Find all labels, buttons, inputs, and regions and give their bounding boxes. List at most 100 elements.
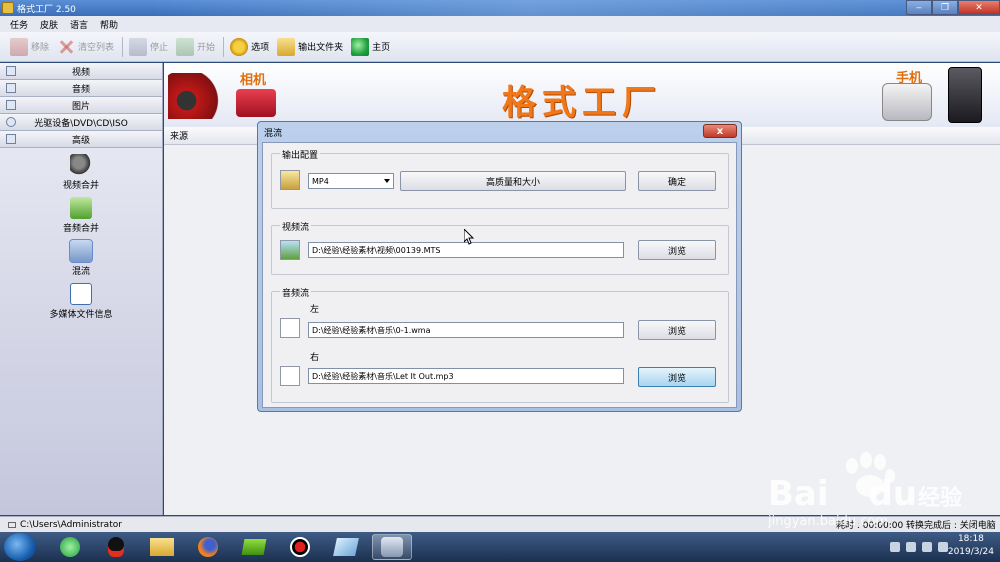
tool-label: 视频合并 (62, 181, 99, 191)
banner: 相机 格式工厂 手机 (164, 63, 1000, 127)
format-icon (280, 170, 300, 190)
taskbar-app[interactable] (326, 534, 366, 560)
close-window-button[interactable]: ✕ (958, 0, 1000, 15)
remove-label: 移除 (31, 43, 50, 53)
browse-right-audio-button[interactable]: 浏览 (638, 367, 716, 387)
browse-label: 浏览 (667, 246, 686, 257)
sidebar-item-disc[interactable]: 光驱设备\DVD\CD\ISO (0, 114, 162, 131)
home-label: 主页 (372, 43, 391, 53)
maximize-button[interactable]: ❐ (932, 0, 958, 15)
video-stream-group: 视频流 D:\经验\经验素材\视频\00139.MTS 浏览 (271, 220, 729, 275)
dialog-close-button[interactable]: x (703, 124, 737, 138)
stop-button[interactable]: 停止 (129, 37, 169, 56)
browse-label: 浏览 (667, 373, 686, 384)
phone-device-icon (882, 83, 932, 121)
output-config-title: 输出配置 (280, 148, 321, 161)
media-player-icon (241, 539, 267, 555)
checklist-icon (70, 283, 92, 305)
output-folder-button[interactable]: 输出文件夹 (277, 37, 343, 56)
menu-task[interactable]: 任务 (10, 18, 28, 31)
video-category-icon (6, 66, 16, 76)
clock-date: 2019/3/24 (947, 547, 994, 557)
tool-label: 音频合并 (62, 224, 99, 234)
taskbar-app[interactable] (50, 534, 90, 560)
ok-button[interactable]: 确定 (638, 171, 716, 191)
mux-icon (69, 239, 93, 263)
taskbar-app[interactable] (234, 534, 274, 560)
menu-language[interactable]: 语言 (70, 18, 88, 31)
right-audio-path-value: D:\经验\经验素材\音乐\Let It Out.mp3 (312, 371, 454, 381)
folder-icon (8, 521, 16, 528)
minimize-button[interactable]: ‒ (906, 0, 932, 15)
format-factory-icon (381, 537, 403, 557)
watermark-brand-part: Bai (768, 474, 829, 514)
app-icon (2, 2, 14, 14)
stop-icon (129, 37, 148, 56)
image-category-icon (6, 100, 16, 110)
clear-list-label: 清空列表 (78, 43, 115, 53)
sidebar-item-audio[interactable]: 音频 (0, 80, 162, 97)
toolbar-separator (122, 36, 124, 57)
sidebar-item-label: 高级 (71, 135, 90, 146)
explorer-icon (150, 538, 174, 556)
ok-label: 确定 (667, 177, 686, 188)
right-channel-label: 右 (310, 353, 320, 363)
tray-network-icon[interactable] (922, 542, 932, 552)
format-select[interactable]: MP4 (308, 173, 394, 189)
tray-keyboard-icon[interactable] (890, 542, 900, 552)
remove-button[interactable]: 移除 (10, 37, 50, 56)
left-audio-path-field[interactable]: D:\经验\经验素材\音乐\0-1.wma (308, 322, 624, 338)
clock-time: 18:18 (957, 534, 984, 544)
audio-file-icon (280, 318, 300, 338)
tray-volume-icon[interactable] (938, 542, 948, 552)
menu-help[interactable]: 帮助 (100, 18, 118, 31)
taskbar-app[interactable] (96, 534, 136, 560)
sidebar-item-label: 视频 (71, 67, 90, 78)
taskbar-clock[interactable]: 18:18 2019/3/24 (948, 533, 994, 559)
tool-media-info[interactable]: 多媒体文件信息 (0, 283, 162, 320)
browser-icon (60, 537, 80, 557)
camera-icon (236, 89, 276, 117)
sidebar-item-video[interactable]: 视频 (0, 63, 162, 80)
quality-button[interactable]: 高质量和大小 (400, 171, 626, 191)
start-button[interactable]: 开始 (176, 37, 215, 56)
options-button[interactable]: 选项 (230, 37, 269, 56)
smartphone-icon (948, 67, 982, 123)
taskbar-app[interactable] (188, 534, 228, 560)
tool-video-merge[interactable]: 视频合并 (0, 154, 162, 191)
qq-icon (108, 537, 124, 557)
tool-audio-merge[interactable]: 音频合并 (0, 197, 162, 234)
status-path: C:\Users\Administrator (8, 520, 122, 530)
stop-label: 停止 (150, 43, 169, 53)
mux-dialog: 混流 x 输出配置 MP4 高质量和大小 确定 视频流 D:\经验\经验素材\视… (257, 121, 742, 412)
menu-bar: 任务 皮肤 语言 帮助 (0, 16, 1000, 32)
sidebar-item-advanced[interactable]: 高级 (0, 131, 162, 148)
home-button[interactable]: 主页 (351, 37, 391, 56)
menu-skin[interactable]: 皮肤 (40, 18, 58, 31)
taskbar-app[interactable] (280, 534, 320, 560)
status-path-text: C:\Users\Administrator (20, 519, 122, 530)
right-audio-path-field[interactable]: D:\经验\经验素材\音乐\Let It Out.mp3 (308, 368, 624, 384)
tray-flag-icon[interactable] (906, 542, 916, 552)
output-config-group: 输出配置 MP4 高质量和大小 确定 (271, 148, 729, 209)
app-banner-title: 格式工厂 (502, 83, 662, 123)
audio-merge-icon (70, 197, 92, 219)
browse-left-audio-button[interactable]: 浏览 (638, 320, 716, 340)
tool-mux[interactable]: 混流 (0, 239, 162, 277)
dialog-title-bar: 混流 x (258, 122, 741, 142)
folder-icon (277, 37, 296, 56)
sidebar-item-image[interactable]: 图片 (0, 97, 162, 114)
window-title: 格式工厂 2.50 (17, 4, 76, 15)
tool-label: 混流 (71, 267, 90, 277)
start-menu-button[interactable] (4, 533, 36, 561)
sidebar-item-label: 音频 (71, 84, 90, 95)
browse-video-button[interactable]: 浏览 (638, 240, 716, 260)
watermark-brand-part: du (868, 474, 918, 514)
video-file-icon (280, 240, 300, 260)
sidebar-item-label: 光驱设备\DVD\CD\ISO (34, 118, 128, 129)
advanced-category-icon (6, 134, 16, 144)
taskbar-app-format-factory[interactable] (372, 534, 412, 560)
format-value: MP4 (312, 176, 329, 186)
clear-list-button[interactable]: 清空列表 (57, 38, 114, 56)
taskbar-app[interactable] (142, 534, 182, 560)
